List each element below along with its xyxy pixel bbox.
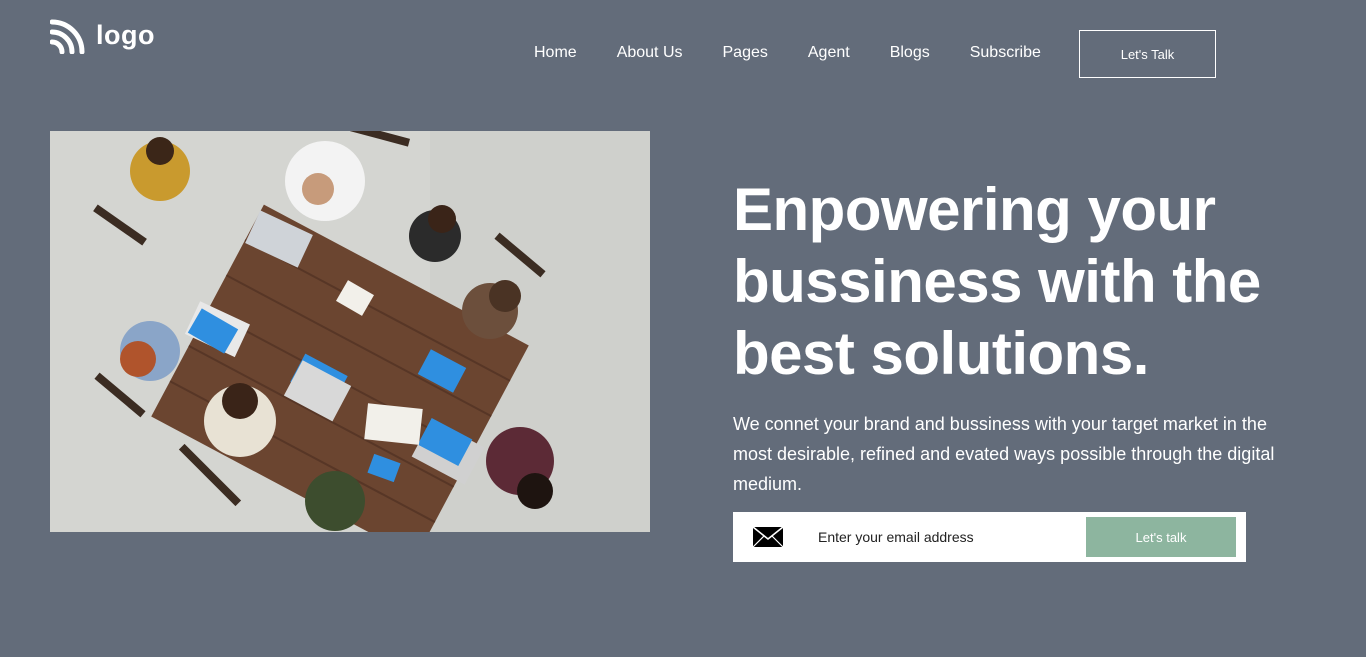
signup-submit-button[interactable]: Let's talk (1086, 517, 1236, 557)
mail-icon (752, 526, 784, 548)
team-meeting-illustration (50, 131, 650, 532)
email-input[interactable] (818, 529, 1068, 545)
hero-title: Enpowering your bussiness with the best … (733, 176, 1261, 387)
hero-subtitle: We connet your brand and bussiness with … (733, 414, 1275, 494)
nav-subscribe[interactable]: Subscribe (970, 44, 1041, 62)
nav-blogs[interactable]: Blogs (890, 44, 930, 62)
email-signup-form: Let's talk (733, 512, 1246, 562)
hero-image (50, 131, 650, 532)
nav-agent[interactable]: Agent (808, 44, 850, 62)
logo[interactable]: logo (50, 18, 155, 54)
logo-text: logo (96, 19, 155, 50)
nav-pages[interactable]: Pages (723, 44, 768, 62)
main-nav: Home About Us Pages Agent Blogs Subscrib… (534, 44, 1081, 62)
lets-talk-button[interactable]: Let's Talk (1079, 30, 1216, 78)
nav-home[interactable]: Home (534, 44, 577, 62)
nav-about-us[interactable]: About Us (617, 44, 683, 62)
rss-icon (50, 19, 85, 54)
